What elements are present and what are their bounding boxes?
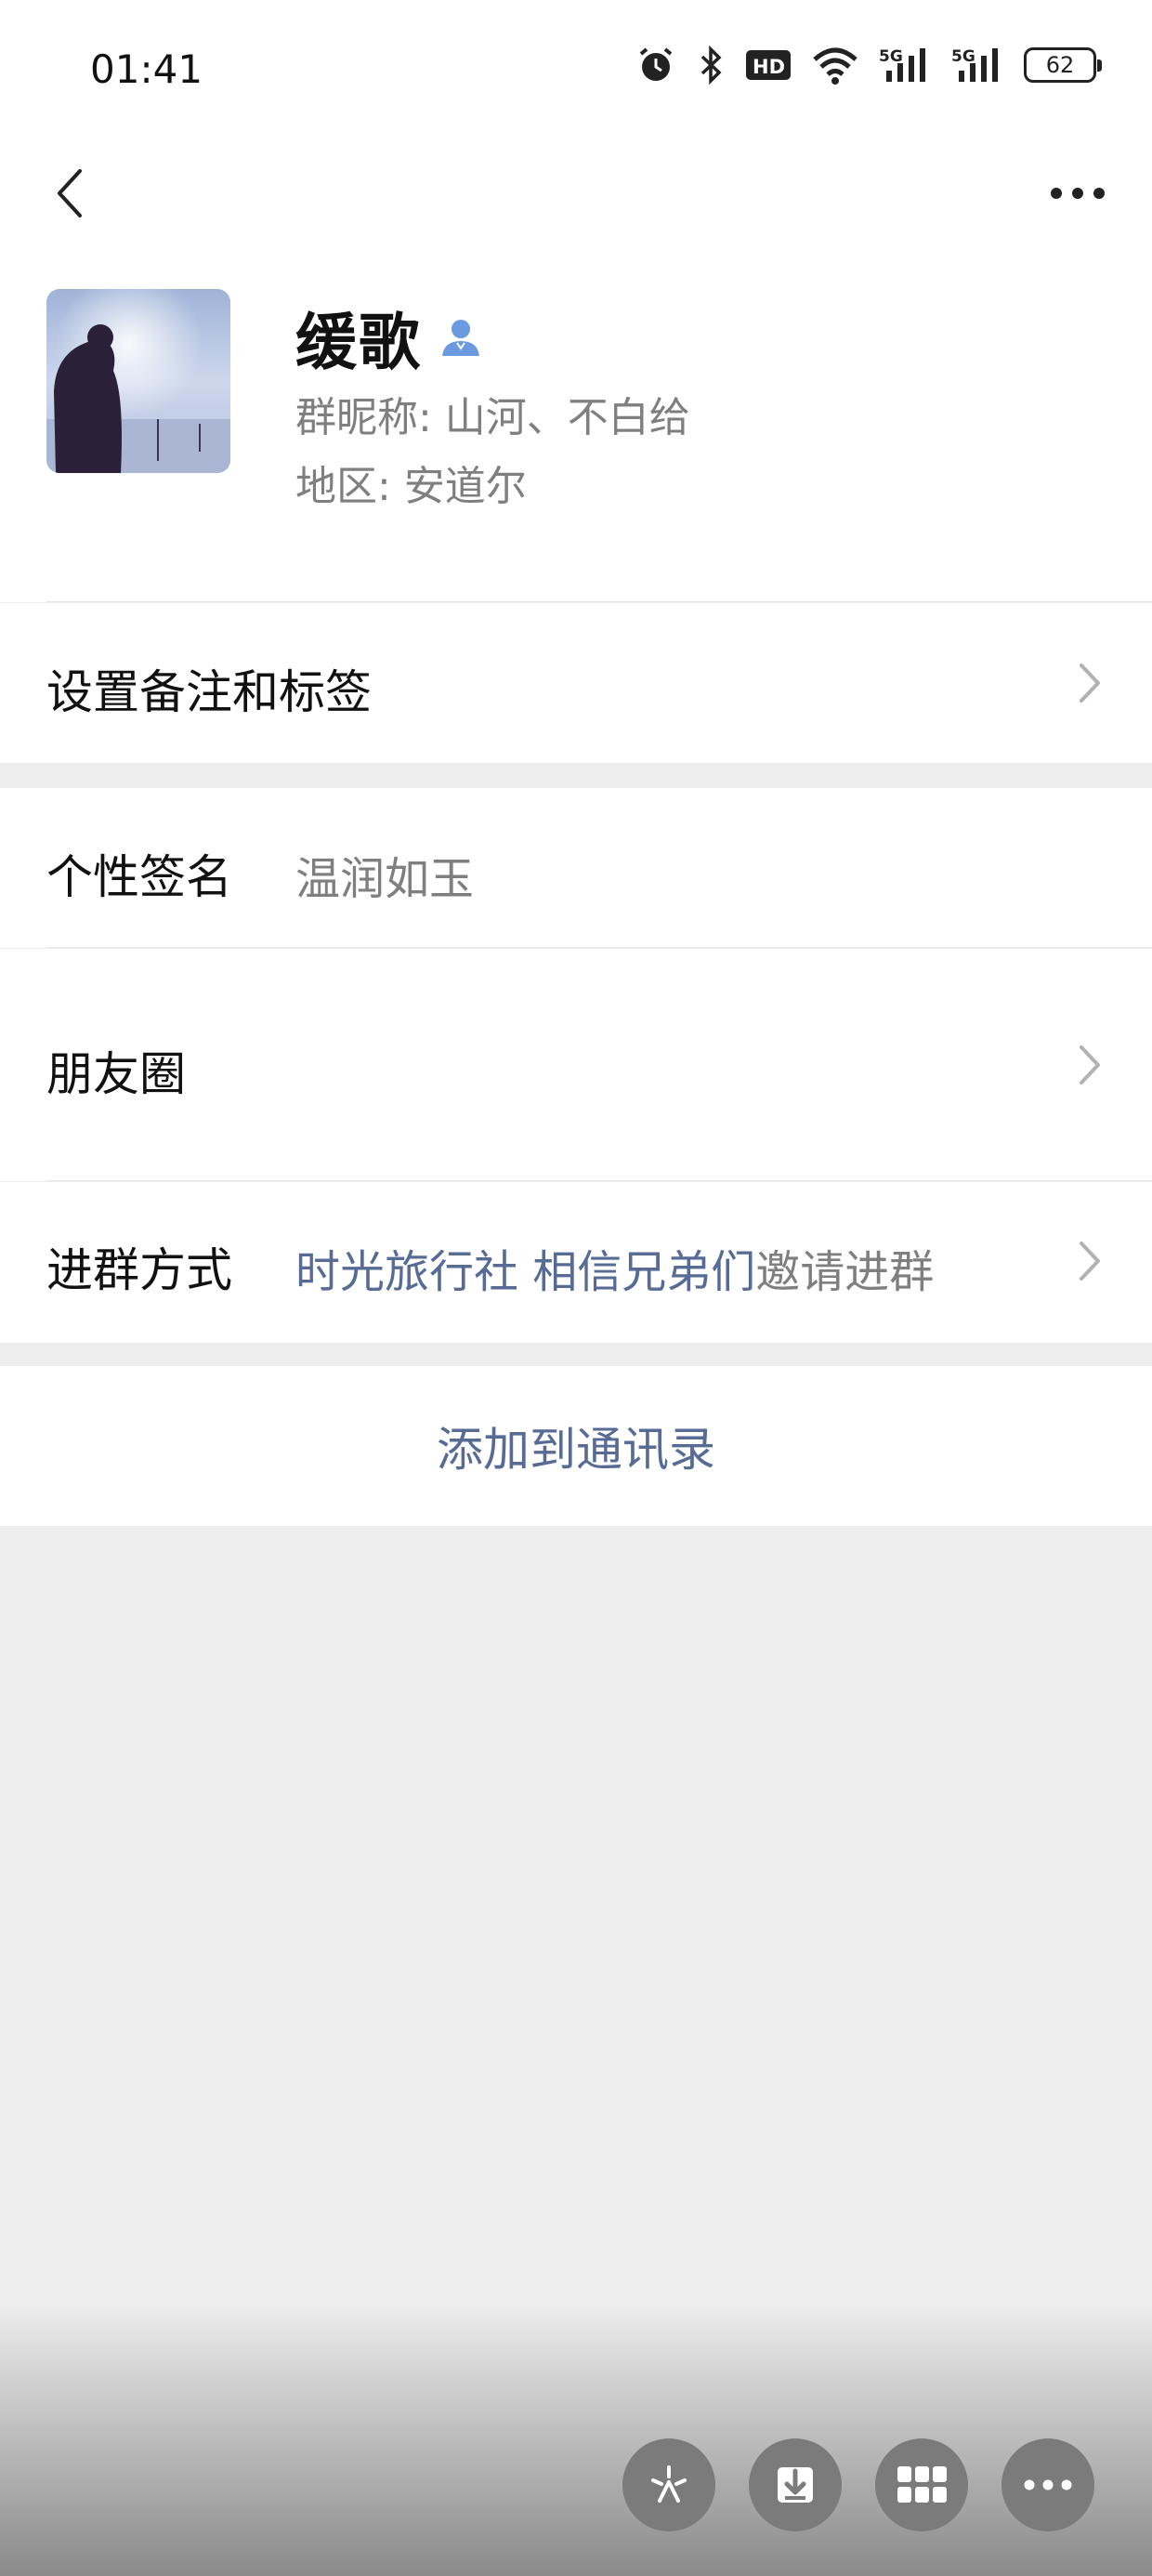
nav-bar (0, 139, 1152, 246)
download-icon (778, 2467, 813, 2503)
alarm-icon (639, 47, 673, 81)
hd-icon: HD (746, 50, 791, 80)
wifi-icon (813, 47, 857, 85)
status-time: 01:41 (90, 46, 203, 92)
sparkle-icon (651, 2465, 687, 2503)
5g-signal-icon: 5G (951, 47, 998, 82)
chevron-right-icon (1080, 664, 1100, 703)
divider (46, 1180, 1152, 1181)
sparkle-button[interactable] (622, 2438, 715, 2531)
more-actions-button[interactable] (1001, 2438, 1094, 2531)
5g-signal-icon: 5G (879, 47, 925, 82)
status-icons: HD 5G 5G 62 (635, 45, 1102, 85)
signature-value: 温润如玉 (295, 853, 475, 905)
name-row: 缓歌 (295, 293, 483, 382)
divider (46, 947, 1152, 948)
join-method-label: 进群方式 (46, 1243, 232, 1297)
chevron-right-icon (1080, 1242, 1100, 1281)
svg-text:HD: HD (753, 56, 785, 78)
join-suffix: 邀请进群 (755, 1246, 935, 1298)
chevron-right-icon (1080, 1045, 1100, 1084)
join-method-row[interactable]: 进群方式 时光旅行社 相信兄弟们邀请进群 (0, 1182, 1152, 1343)
grid-button[interactable] (875, 2438, 968, 2531)
region: 地区: 安道尔 (295, 463, 527, 510)
back-button[interactable] (28, 139, 111, 246)
bottom-shade (0, 2305, 1152, 2576)
moments-row[interactable]: 朋友圈 (0, 949, 1152, 1181)
join-group-link[interactable]: 时光旅行社 相信兄弟们 (295, 1246, 755, 1298)
profile-header: 缓歌 群昵称: 山河、不白给 地区: 安道尔 (0, 246, 1152, 602)
chevron-left-icon (58, 168, 82, 217)
grid-icon (897, 2466, 947, 2503)
join-method-value: 时光旅行社 相信兄弟们邀请进群 (295, 1235, 934, 1300)
bluetooth-icon (700, 45, 722, 85)
add-to-contacts-button[interactable]: 添加到通讯录 (0, 1366, 1152, 1526)
avatar[interactable] (46, 289, 230, 473)
more-icon (1024, 2479, 1072, 2491)
divider (46, 601, 1152, 602)
status-bar: 01:41 HD 5G 5G 62 (0, 0, 1152, 139)
more-button[interactable] (1031, 139, 1124, 246)
remark-tags-label: 设置备注和标签 (46, 665, 372, 719)
moments-label: 朋友圈 (46, 1047, 186, 1101)
signature-label: 个性签名 (46, 850, 232, 904)
more-horizontal-icon (1051, 187, 1105, 199)
download-button[interactable] (749, 2438, 842, 2531)
battery-indicator: 62 (1024, 47, 1102, 83)
verified-user-icon (442, 320, 479, 356)
remark-tags-row[interactable]: 设置备注和标签 (0, 603, 1152, 763)
group-nickname: 群昵称: 山河、不白给 (295, 394, 690, 441)
signature-row: 个性签名 温润如玉 (0, 788, 1152, 948)
battery-level: 62 (1045, 52, 1075, 78)
profile-name: 缓歌 (295, 307, 422, 378)
